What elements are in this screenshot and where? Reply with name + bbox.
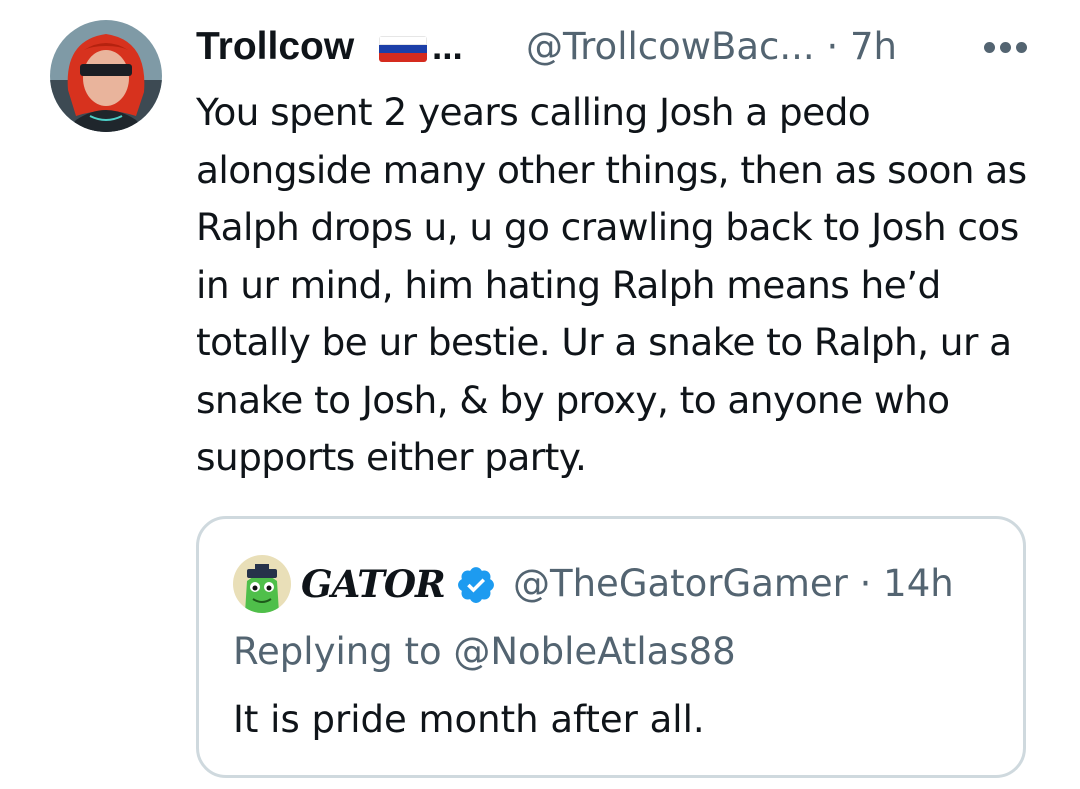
author-avatar[interactable] [50,20,162,132]
more-dots-icon[interactable] [984,42,1028,54]
quoted-author-name[interactable]: GATOR [301,555,446,613]
quoted-handle-time[interactable]: @TheGatorGamer · 14h [513,555,954,613]
author-name[interactable]: Trollcow [196,22,354,72]
verified-badge-icon [455,564,497,606]
quoted-author-avatar[interactable] [233,555,291,613]
tweet-header: Trollcow ... @TrollcowBac... · 7h [196,22,1036,72]
author-handle-time[interactable]: @TrollcowBac... · 7h [526,22,897,72]
quoted-text: It is pride month after all. [233,698,705,741]
author-name-ellipsis: ... [432,26,463,67]
gator-avatar-image [233,555,291,613]
avatar-image [50,20,162,132]
replying-to[interactable]: Replying to @NobleAtlas88 [233,623,736,681]
tweet-text: You spent 2 years calling Josh a pedo al… [196,90,1027,479]
russia-flag-icon [379,36,427,62]
quoted-tweet[interactable]: GATOR @TheGatorGamer · 14h Replying to @… [196,516,1026,778]
